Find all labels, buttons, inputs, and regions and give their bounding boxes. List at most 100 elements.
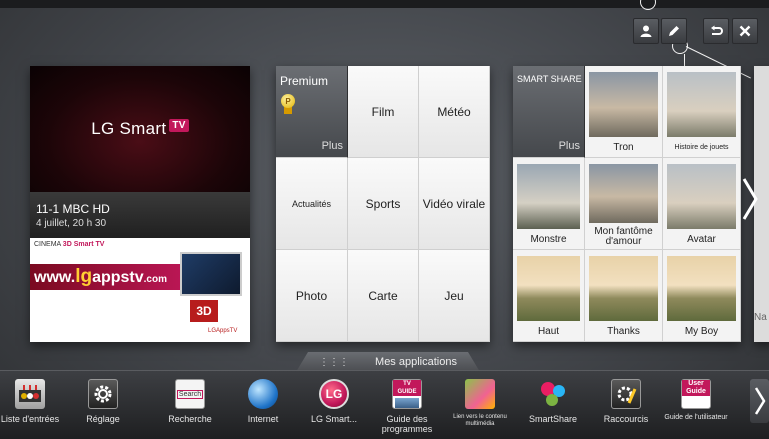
premium-tile-sports[interactable]: Sports xyxy=(348,158,419,250)
premium-more-label: Plus xyxy=(321,140,343,152)
dock-item-label: Guide des programmes xyxy=(381,414,433,434)
premium-badge-icon: P xyxy=(281,94,295,108)
dock-item-media-link[interactable]: Lien vers le contenu multimédia xyxy=(444,377,516,437)
broadcast-date: 4 juillet, 20 h 30 xyxy=(36,218,107,229)
app-dock: Liste d'entrées Réglage Search Recherche… xyxy=(0,370,769,439)
callout-marker xyxy=(640,0,656,10)
share-item-label: Thanks xyxy=(607,326,640,337)
share-item-thanks[interactable]: Thanks xyxy=(585,250,663,342)
lg-icon-text: LG xyxy=(325,387,343,401)
thumbnail xyxy=(667,72,736,137)
thumbnail xyxy=(667,256,736,321)
smart-share-card: SMART SHARE Plus Tron Histoire de jouets… xyxy=(513,66,741,342)
user-button[interactable] xyxy=(633,18,659,44)
tv-guide-thumb xyxy=(395,398,419,408)
back-button[interactable] xyxy=(703,18,729,44)
live-tv-preview[interactable]: LG Smart TV xyxy=(30,66,250,192)
dock-item-shortcuts[interactable]: Raccourcis xyxy=(590,377,662,437)
share-item-up[interactable]: Haut xyxy=(513,250,585,342)
gear-icon xyxy=(88,379,118,409)
share-item-tron[interactable]: Tron xyxy=(585,66,663,158)
globe-icon xyxy=(248,379,278,409)
dock-item-label: Liste d'entrées xyxy=(0,414,60,424)
dock-item-smartshare[interactable]: SmartShare xyxy=(517,377,589,437)
share-item-avatar[interactable]: Avatar xyxy=(663,158,741,250)
user-icon xyxy=(640,25,652,37)
smart-share-grid: SMART SHARE Plus Tron Histoire de jouets… xyxy=(513,66,741,342)
ad-cinema-text: CINEMA xyxy=(34,241,61,248)
dock-item-program-guide[interactable]: TV GUIDE Guide des programmes xyxy=(371,377,443,437)
dock-item-search[interactable]: Search Recherche xyxy=(154,377,226,437)
dock-item-label: Réglage xyxy=(86,414,120,424)
dock-item-label: Guide de l'utilisateur xyxy=(664,414,728,421)
close-button[interactable] xyxy=(732,18,758,44)
thumbnail xyxy=(589,72,658,137)
share-item-label: Mon fantôme d'amour xyxy=(594,226,653,247)
premium-grid: Premium P Plus Film Météo Actualités Spo… xyxy=(276,66,490,342)
search-icon-text: Search xyxy=(176,389,204,399)
shortcuts-icon xyxy=(611,379,641,409)
share-item-label: My Boy xyxy=(684,326,719,337)
close-icon xyxy=(739,25,751,37)
dock-item-label: Recherche xyxy=(168,414,212,424)
share-item-label: Histoire de jouets xyxy=(674,144,729,151)
share-item-label: Avatar xyxy=(687,234,716,245)
chevron-right-icon xyxy=(742,178,758,220)
channel-name: 11-1 MBC HD xyxy=(36,202,110,216)
ad-tv-image xyxy=(180,252,242,296)
user-guide-icon: User Guide xyxy=(681,379,711,409)
share-item-monster[interactable]: Monstre xyxy=(513,158,585,250)
premium-tile-weather[interactable]: Météo xyxy=(419,66,490,158)
premium-tile-photo[interactable]: Photo xyxy=(276,250,348,342)
smart-share-header[interactable]: SMART SHARE Plus xyxy=(513,66,585,158)
thumbnail xyxy=(589,164,658,223)
premium-tile-news[interactable]: Actualités xyxy=(276,158,348,250)
my-apps-tab[interactable]: ⋮⋮⋮ Mes applications xyxy=(296,352,480,372)
ad-3d-badge: 3D xyxy=(190,300,218,322)
share-item-label: Haut xyxy=(537,326,560,337)
premium-tile-game[interactable]: Jeu xyxy=(419,250,490,342)
ad-brand-line: CINEMA 3D Smart TV xyxy=(34,241,104,248)
premium-card: Premium P Plus Film Météo Actualités Spo… xyxy=(276,66,490,342)
search-icon: Search xyxy=(175,379,205,409)
premium-header[interactable]: Premium P Plus xyxy=(276,66,348,158)
dock-next-button[interactable] xyxy=(750,379,769,423)
dock-item-settings[interactable]: Réglage xyxy=(67,377,139,437)
smart-share-title: SMART SHARE xyxy=(517,74,582,84)
premium-tile-map[interactable]: Carte xyxy=(348,250,419,342)
dock-item-label: SmartShare xyxy=(528,414,578,424)
return-icon xyxy=(711,25,723,35)
thumbnail xyxy=(667,164,736,229)
share-item-toy-story[interactable]: Histoire de jouets xyxy=(663,66,741,158)
next-card-peek-label: Na xyxy=(754,312,767,323)
ad-footer-brand: LGAppsTV xyxy=(208,328,238,334)
dock-item-label: Lien vers le contenu multimédia xyxy=(453,414,507,427)
dock-item-internet[interactable]: Internet xyxy=(227,377,299,437)
inputs-icon xyxy=(15,379,45,409)
tv-guide-icon-text: TV GUIDE xyxy=(393,380,421,396)
ad-url: www.lgappstv.com xyxy=(34,266,167,287)
ad-3d-text: 3D xyxy=(62,241,72,248)
cards-next-button[interactable] xyxy=(740,174,760,224)
media-link-icon xyxy=(465,379,495,409)
dock-item-user-guide[interactable]: User Guide Guide de l'utilisateur xyxy=(660,377,732,437)
share-item-ghost[interactable]: Mon fantôme d'amour xyxy=(585,158,663,250)
premium-tile-viral-video[interactable]: Vidéo virale xyxy=(419,158,490,250)
lg-apps-ad-banner[interactable]: CINEMA 3D Smart TV www.lgappstv.com 3D L… xyxy=(30,238,250,342)
live-tv-card[interactable]: LG Smart TV 11-1 MBC HD 4 juillet, 20 h 3… xyxy=(30,66,250,342)
smart-share-more-label: Plus xyxy=(558,140,580,152)
dock-item-lg-smart-world[interactable]: LG LG Smart... xyxy=(298,377,370,437)
premium-tile-film[interactable]: Film xyxy=(348,66,419,158)
chevron-right-icon xyxy=(754,387,765,415)
thumbnail xyxy=(589,256,658,321)
share-item-label: Tron xyxy=(613,142,634,153)
dock-item-label: Internet xyxy=(247,414,279,424)
dock-item-input-list[interactable]: Liste d'entrées xyxy=(0,377,66,437)
lg-smart-tv-logo: LG Smart TV xyxy=(91,119,189,139)
tv-guide-icon: TV GUIDE xyxy=(392,379,422,409)
logo-tv-badge: TV xyxy=(169,119,189,132)
grid-icon: ⋮⋮⋮ xyxy=(319,356,350,368)
share-item-my-boy[interactable]: My Boy xyxy=(663,250,741,342)
edit-button[interactable] xyxy=(661,18,687,44)
my-apps-label: Mes applications xyxy=(375,356,457,368)
